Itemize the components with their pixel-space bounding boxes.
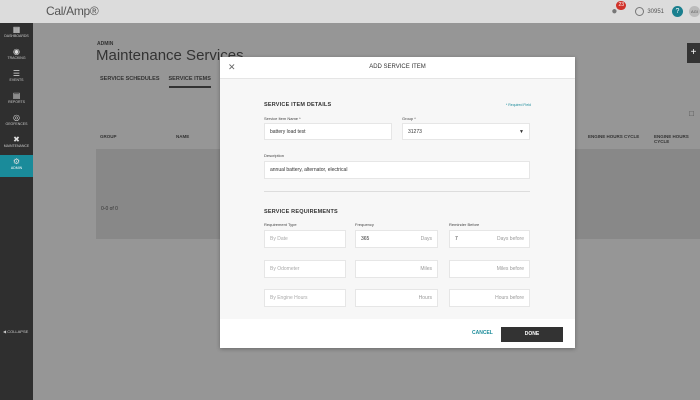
user-icon — [635, 7, 645, 16]
reports-icon: ▤ — [12, 91, 21, 100]
dialog-title: ADD SERVICE ITEM — [369, 64, 426, 70]
service-item-name-input[interactable]: battery load test — [264, 123, 392, 140]
column-header-group[interactable]: GROUP — [100, 134, 117, 139]
tracking-icon: ◉ — [13, 47, 20, 56]
add-service-item-dialog: ✕ ADD SERVICE ITEM SERVICE ITEM DETAILS … — [220, 57, 575, 348]
export-icon[interactable]: □ — [689, 109, 694, 118]
sidebar-item-admin[interactable]: ⚙ ADMIN — [0, 155, 33, 177]
top-bar: Cal/Amp® ● 23 30951 ? AGI — [0, 0, 700, 23]
sidebar-item-events[interactable]: ☰ EVENTS — [0, 67, 33, 89]
frequency-days-input[interactable]: 365 Days — [355, 230, 438, 248]
column-label-reminder-before: Reminder Before — [449, 222, 480, 227]
frequency-hours-input[interactable]: Hours — [355, 289, 438, 307]
dashboard-icon: ▦ — [12, 25, 21, 34]
user-menu[interactable]: 30951 — [635, 7, 664, 16]
description-input[interactable]: annual battery, alternator, electrical — [264, 161, 530, 179]
group-select[interactable]: 31273 ▼ — [402, 123, 530, 140]
column-header-engine-hours-cycle[interactable]: ENGINE HOURS CYCLE — [588, 134, 639, 139]
column-header-engine-hours-cycle-2[interactable]: ENGINE HOURS CYCLE — [654, 134, 700, 144]
sidebar-item-geofences[interactable]: ◎ GEOFENCES — [0, 111, 33, 133]
tab-service-schedules[interactable]: SERVICE SCHEDULES — [100, 76, 160, 88]
reminder-hours-input[interactable]: Hours before — [449, 289, 530, 307]
dialog-body — [220, 79, 575, 319]
help-button[interactable]: ? — [672, 6, 683, 17]
user-id: 30951 — [647, 8, 664, 15]
admin-icon: ⚙ — [12, 157, 21, 166]
reminder-miles-input[interactable]: Miles before — [449, 260, 530, 278]
requirement-type-engine-hours[interactable]: By Engine Hours — [264, 289, 346, 307]
required-note: * Required Field — [505, 103, 531, 107]
notifications-button[interactable]: ● 23 — [611, 0, 627, 19]
maintenance-icon: ✖ — [13, 135, 20, 144]
sidebar-item-dashboards[interactable]: ▦ DASHBOARDS — [0, 23, 33, 45]
sidebar-item-maintenance[interactable]: ✖ MAINTENANCE — [0, 133, 33, 155]
description-label: Description — [264, 153, 285, 158]
reminder-days-input[interactable]: 7 Days before — [449, 230, 530, 248]
sidebar: ▦ DASHBOARDS ◉ TRACKING ☰ EVENTS ▤ REPOR… — [0, 23, 33, 400]
tab-service-items[interactable]: SERVICE ITEMS — [168, 76, 211, 88]
avatar[interactable]: AGI — [689, 6, 700, 17]
geofence-icon: ◎ — [13, 113, 20, 122]
events-icon: ☰ — [12, 69, 21, 78]
column-header-name[interactable]: NAME — [176, 134, 189, 139]
app-logo[interactable]: Cal/Amp® — [46, 4, 99, 18]
pager-label: 0-0 of 0 — [101, 206, 118, 212]
column-label-requirement-type: Requirement Type — [264, 222, 297, 227]
name-label: Service Item Name * — [264, 116, 301, 121]
notification-badge: 23 — [616, 0, 627, 10]
section-title-details: SERVICE ITEM DETAILS — [264, 102, 332, 108]
frequency-miles-input[interactable]: Miles — [355, 260, 438, 278]
caret-down-icon: ▼ — [519, 128, 524, 135]
done-button[interactable]: DONE — [501, 327, 563, 342]
dialog-header: ✕ ADD SERVICE ITEM — [220, 57, 575, 79]
sidebar-item-tracking[interactable]: ◉ TRACKING — [0, 45, 33, 67]
section-title-requirements: SERVICE REQUIREMENTS — [264, 209, 338, 215]
group-label: Group * — [402, 116, 416, 121]
top-right-controls: ● 23 30951 ? AGI — [611, 0, 700, 23]
add-button[interactable]: + — [687, 43, 700, 63]
cancel-button[interactable]: CANCEL — [472, 330, 493, 336]
requirement-type-odometer[interactable]: By Odometer — [264, 260, 346, 278]
collapse-button[interactable]: ◀ COLLAPSE — [3, 329, 28, 334]
column-label-frequency: Frequency — [355, 222, 374, 227]
sidebar-item-reports[interactable]: ▤ REPORTS — [0, 89, 33, 111]
requirement-type-date[interactable]: By Date — [264, 230, 346, 248]
tab-bar: SERVICE SCHEDULES SERVICE ITEMS — [100, 76, 220, 88]
divider — [264, 191, 530, 192]
